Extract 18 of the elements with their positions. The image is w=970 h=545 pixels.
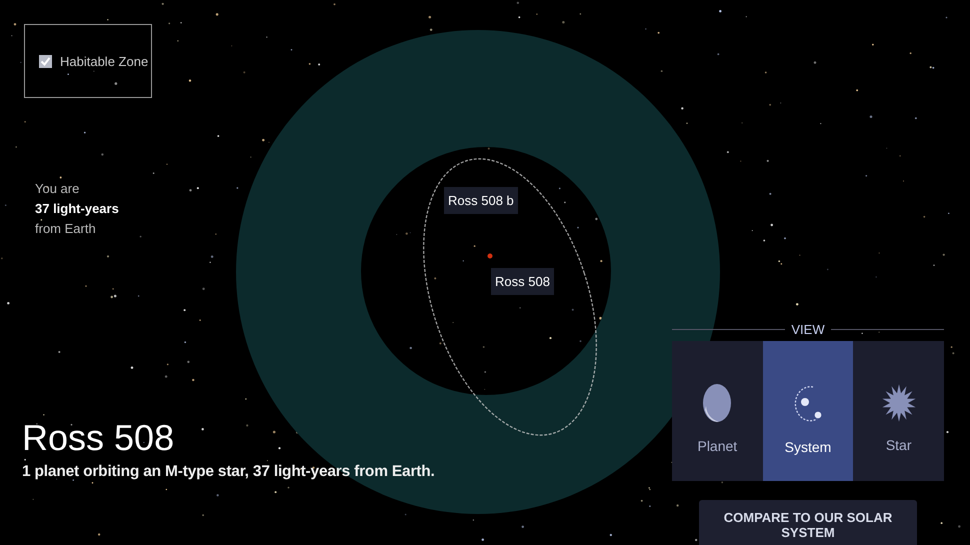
view-heading: VIEW	[791, 322, 825, 337]
distance-value: 37 light-years	[35, 200, 119, 218]
view-tab[interactable]: Star	[853, 341, 944, 481]
compare-button[interactable]: COMPARE TO OUR SOLAR SYSTEM	[699, 500, 917, 545]
distance-label: You are	[35, 181, 80, 198]
view-tab[interactable]: Planet	[672, 341, 763, 481]
star-dot	[488, 254, 492, 258]
star-label[interactable]: Ross 508	[491, 268, 554, 295]
check-icon	[40, 56, 51, 66]
system-description: 1 planet orbiting an M-type star, 37 light-years from Earth.	[22, 463, 435, 482]
star-icon	[882, 383, 916, 423]
system-title: Ross 508	[22, 416, 176, 460]
checkbox[interactable]	[39, 54, 52, 68]
planet-label[interactable]: Ross 508 b	[444, 187, 518, 214]
habitable-zone-toggle[interactable]: Habitable Zone	[24, 24, 152, 98]
planet-icon	[701, 382, 734, 424]
distance-label: from Earth	[35, 220, 97, 238]
view-tab[interactable]: System	[762, 341, 854, 481]
